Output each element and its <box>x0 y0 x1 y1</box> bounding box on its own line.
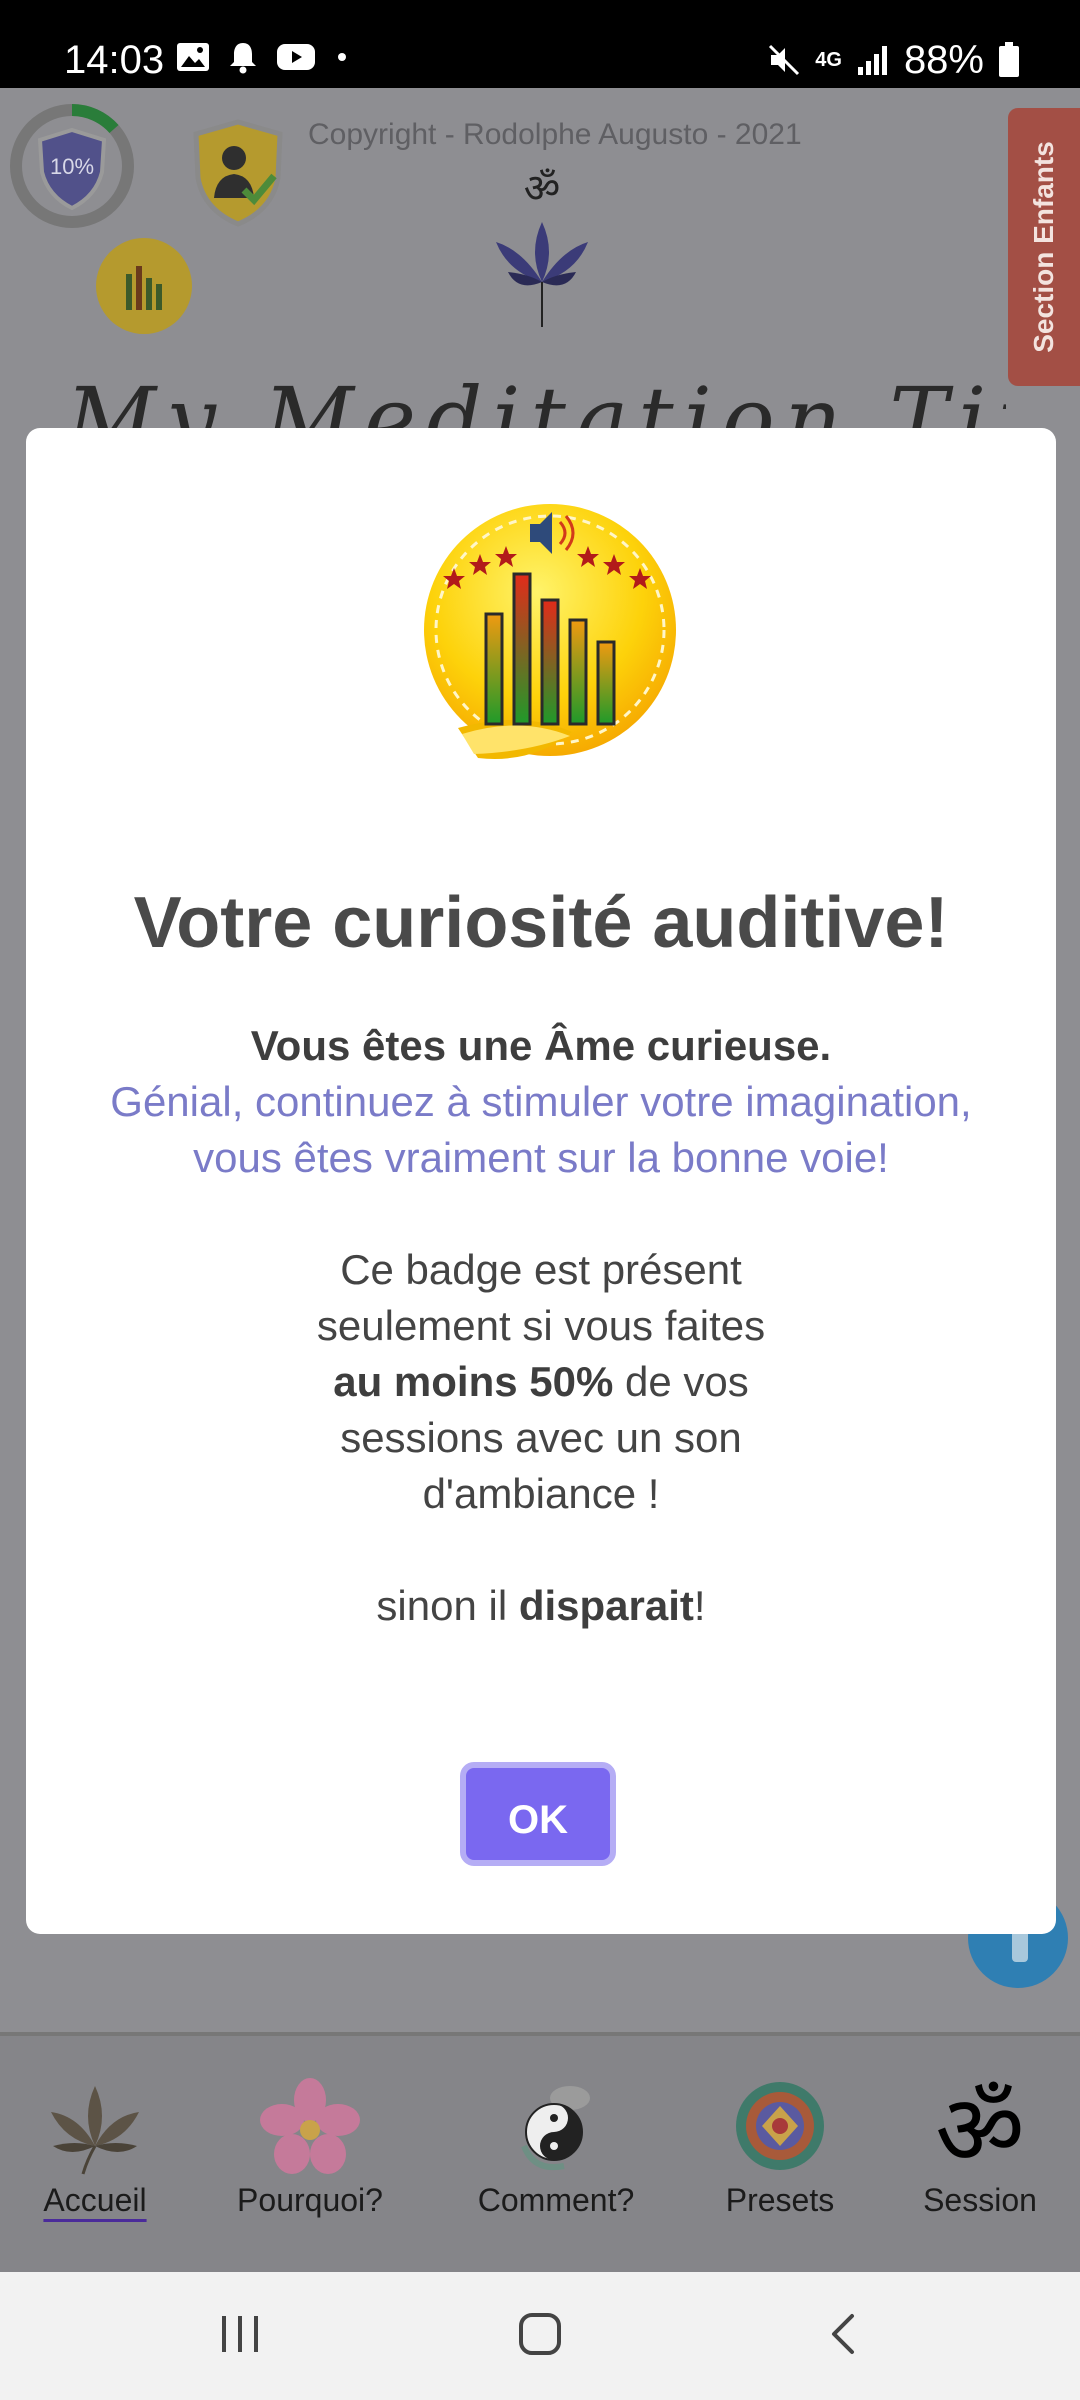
battery-icon <box>999 42 1019 77</box>
image-icon <box>177 43 209 71</box>
dialog-warning-bold: disparait <box>518 1582 694 1629</box>
network-type: 4G <box>815 49 842 71</box>
dialog-line: au moins 50% de vos <box>86 1354 996 1410</box>
app-title: My Meditation Time <box>66 370 1006 430</box>
mandala-icon <box>736 2082 824 2170</box>
dialog-lead-bold: Vous êtes une Âme curieuse. <box>250 1022 832 1069</box>
sound-curiosity-badge-icon <box>424 504 676 759</box>
dialog-line-rest: de vos <box>613 1358 749 1405</box>
sound-badge-small-icon[interactable] <box>92 234 196 338</box>
nav-label: Session <box>923 2182 1037 2218</box>
youtube-icon <box>277 44 315 70</box>
user-badge-icon[interactable] <box>190 118 286 228</box>
nav-item-comment[interactable]: Comment? <box>456 2076 656 2219</box>
bell-icon <box>230 43 256 74</box>
ok-button[interactable]: OK <box>460 1762 616 1866</box>
svg-text:ॐ: ॐ <box>524 166 560 212</box>
dialog-body: Vous êtes une Âme curieuse. Génial, cont… <box>86 1018 996 1634</box>
nav-item-pourquoi[interactable]: Pourquoi? <box>220 2076 400 2219</box>
progress-badge[interactable]: 10% <box>8 102 136 230</box>
svg-text:ॐ: ॐ <box>935 2076 1024 2176</box>
dialog-line: Ce badge est présent <box>340 1246 742 1293</box>
back-icon[interactable] <box>822 2312 866 2356</box>
dialog-warning-pre: sinon il <box>376 1582 519 1629</box>
dialog-line: d'ambiance ! <box>422 1470 660 1517</box>
system-navigation-bar <box>0 2272 1080 2400</box>
dialog-lead-purple: Génial, continuez à stimuler votre imagi… <box>110 1078 972 1181</box>
flower-icon <box>260 2078 360 2174</box>
dot-icon <box>338 53 346 61</box>
nav-item-presets[interactable]: Presets <box>700 2076 860 2219</box>
copyright-text: Copyright - Rodolphe Augusto - 2021 <box>308 118 802 151</box>
status-bar: 14:03 4G 88% <box>0 0 1080 88</box>
badge-dialog: Votre curiosité auditive! Vous êtes une … <box>26 428 1056 1934</box>
om-icon: ॐ <box>935 2076 1024 2176</box>
bottom-navigation: Accueil Pourquoi? Comment? Presets ॐ Ses… <box>0 2032 1080 2276</box>
nav-label: Comment? <box>477 2182 635 2218</box>
lotus-icon <box>51 2086 139 2175</box>
status-notification-icons <box>176 40 350 74</box>
section-enfants-label: Section Enfants <box>1028 141 1059 353</box>
dialog-title: Votre curiosité auditive! <box>133 883 949 963</box>
signal-icon <box>857 46 887 75</box>
nav-item-accueil[interactable]: Accueil <box>30 2076 160 2219</box>
dialog-line: seulement si vous faites <box>316 1302 766 1349</box>
nav-label: Accueil <box>43 2182 147 2218</box>
nav-label: Pourquoi? <box>237 2182 383 2218</box>
status-system-icons: 4G 88% <box>767 36 1020 84</box>
status-time: 14:03 <box>64 38 165 82</box>
dialog-paragraph-condition: Ce badge est présent seulement si vous f… <box>86 1242 996 1522</box>
dialog-warning-post: ! <box>693 1582 706 1629</box>
dialog-highlight: au moins 50% <box>333 1358 614 1405</box>
nav-label: Presets <box>725 2182 835 2218</box>
section-enfants-tab[interactable]: Section Enfants <box>1008 108 1080 386</box>
battery-percent: 88% <box>903 38 984 82</box>
home-icon[interactable] <box>518 2312 562 2356</box>
yin-yang-icon <box>521 2086 590 2170</box>
recent-apps-icon[interactable] <box>218 2312 262 2356</box>
nav-item-session[interactable]: ॐ Session <box>900 2076 1060 2219</box>
dialog-paragraph-warning: sinon il disparait! <box>86 1578 996 1634</box>
progress-badge-label: 10% <box>50 154 94 179</box>
om-lotus-logo: ॐ <box>496 166 588 327</box>
dialog-line: sessions avec un son <box>340 1414 742 1461</box>
mute-icon <box>769 44 800 76</box>
